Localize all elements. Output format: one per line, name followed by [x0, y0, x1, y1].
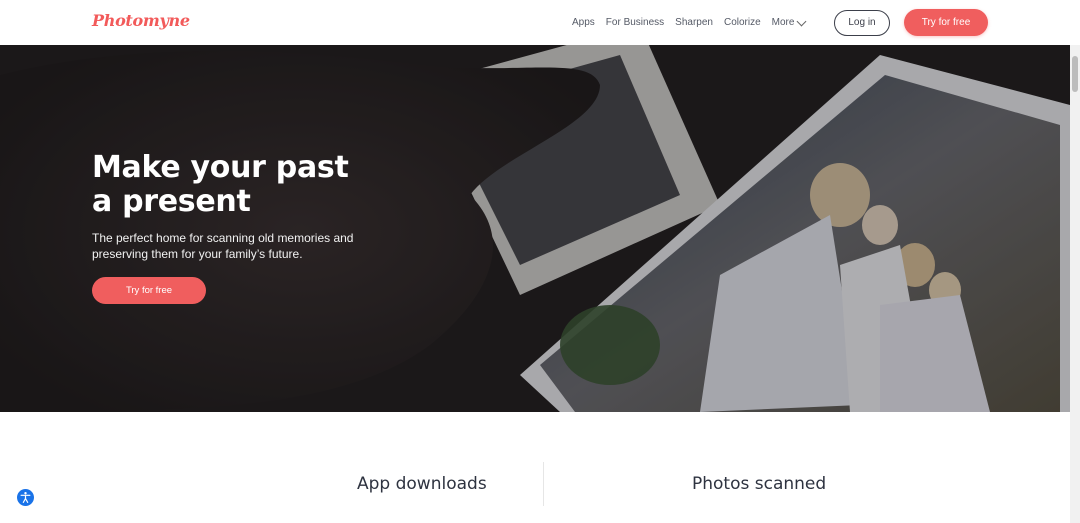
try-for-free-hero-button[interactable]: Try for free — [92, 277, 206, 304]
stat-app-downloads-label: App downloads — [357, 474, 487, 494]
accessibility-button[interactable] — [17, 489, 34, 506]
main-nav: Apps For Business Sharpen Colorize More — [572, 16, 816, 28]
stat-divider — [543, 462, 544, 506]
hero-subtitle: The perfect home for scanning old memori… — [92, 231, 354, 261]
hero-section: Make your past a present The perfect home… — [0, 45, 1070, 412]
try-for-free-header-button[interactable]: Try for free — [904, 9, 988, 36]
hero-title-line1: Make your past — [92, 150, 349, 185]
nav-more[interactable]: More — [771, 16, 807, 28]
login-button[interactable]: Log in — [834, 10, 890, 36]
nav-colorize[interactable]: Colorize — [724, 17, 761, 28]
nav-more-label: More — [771, 17, 795, 28]
page-scrollbar[interactable] — [1070, 45, 1080, 523]
nav-sharpen[interactable]: Sharpen — [675, 17, 713, 28]
hero-title-line2: a present — [92, 184, 251, 219]
photomyne-logo[interactable]: Photomyne — [92, 11, 190, 30]
accessibility-icon — [20, 491, 31, 503]
nav-apps[interactable]: Apps — [572, 17, 595, 28]
nav-for-business[interactable]: For Business — [606, 17, 664, 28]
hero-background-image — [0, 45, 1070, 412]
stat-photos-scanned-label: Photos scanned — [692, 474, 827, 494]
hero-title: Make your past a present — [92, 151, 349, 219]
scrollbar-thumb[interactable] — [1072, 56, 1078, 92]
site-header: Photomyne Apps For Business Sharpen Colo… — [0, 0, 1080, 46]
chevron-down-icon — [797, 16, 807, 26]
